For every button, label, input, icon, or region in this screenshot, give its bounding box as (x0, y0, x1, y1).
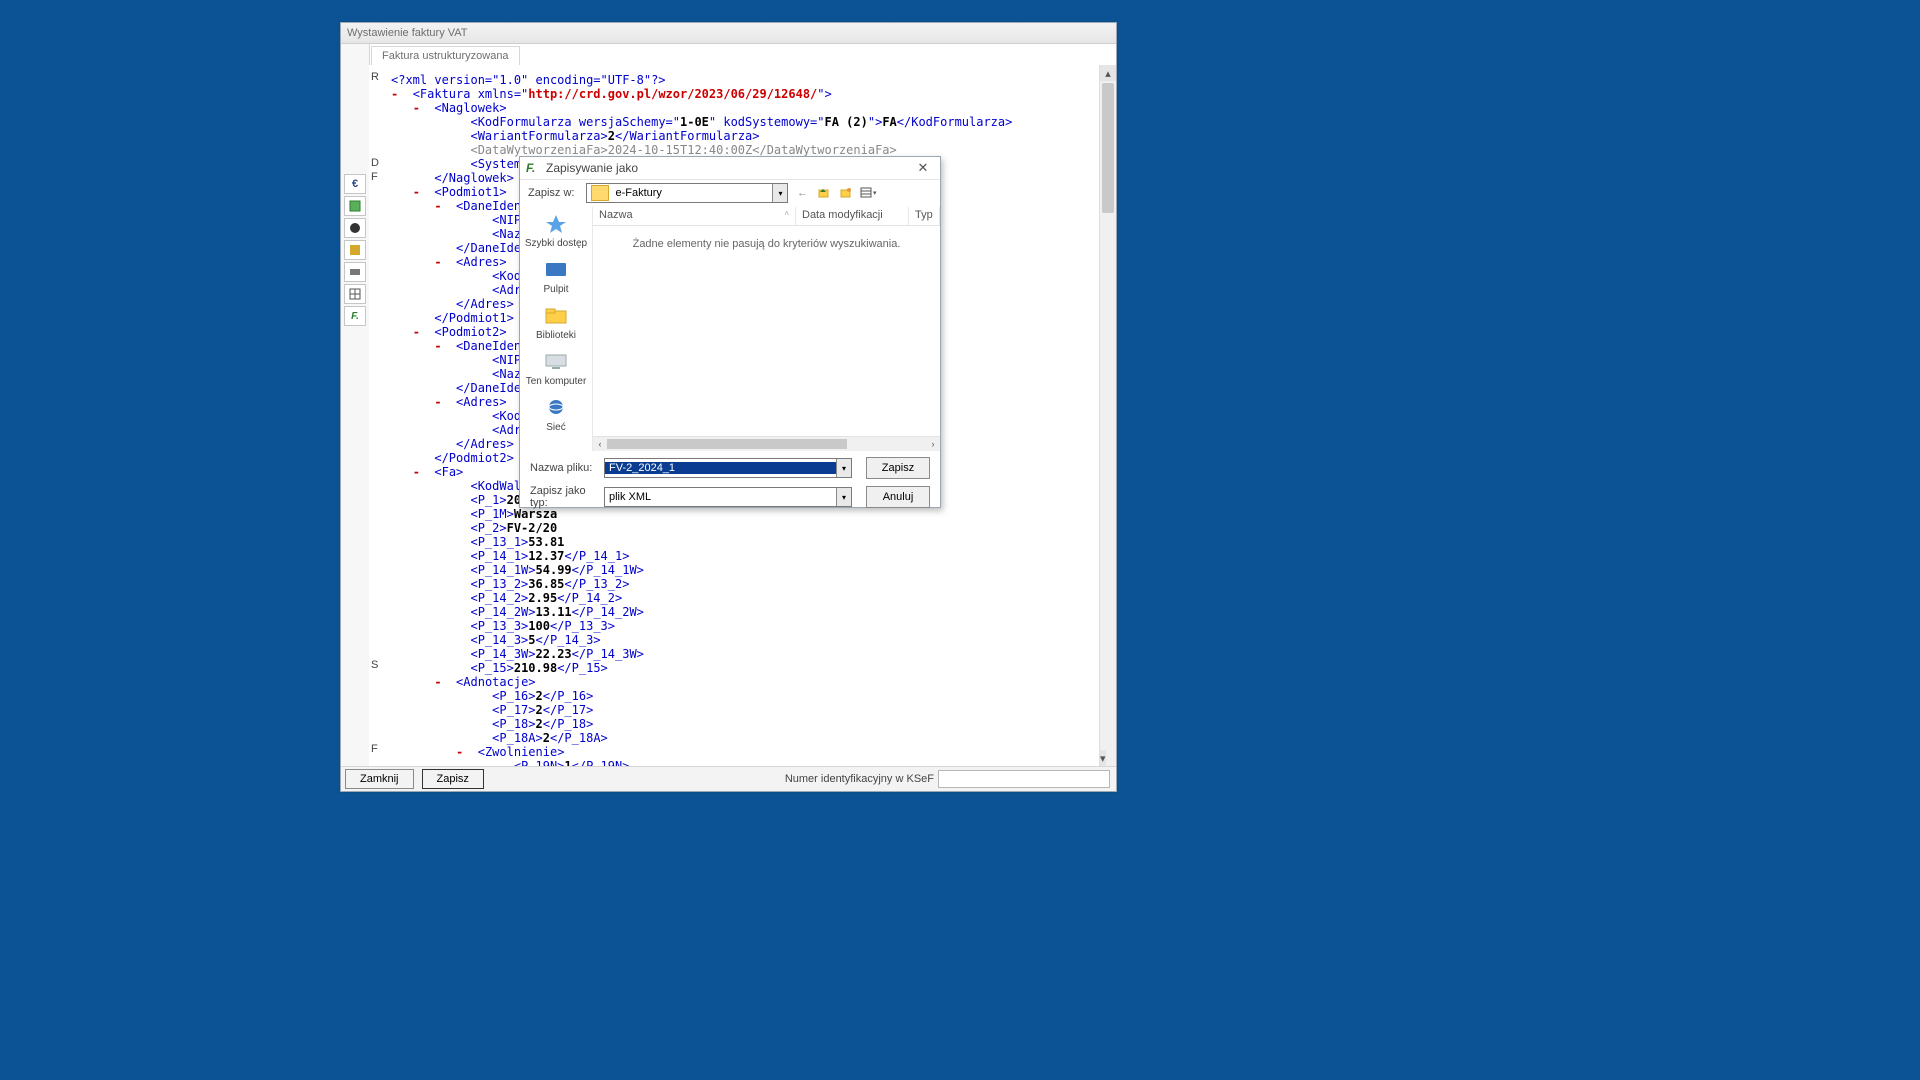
dialog-body: Szybki dostęp Pulpit Biblioteki Ten komp… (520, 207, 940, 451)
view-icon[interactable]: ▾ (860, 185, 876, 201)
horizontal-scrollbar[interactable]: ‹ › (593, 436, 940, 451)
left-toolbar: € F. (341, 44, 370, 766)
chevron-down-icon[interactable]: ▾ (836, 488, 851, 506)
folder-icon (591, 185, 609, 201)
print-icon[interactable] (344, 262, 366, 282)
dialog-bottom: Nazwa pliku: FV-2_2024_1 ▾ Zapisz Zapisz… (520, 451, 940, 507)
folder-combo[interactable]: e-Faktury ▾ (586, 183, 788, 203)
filetype-label: Zapisz jako typ: (530, 485, 604, 509)
scroll-up-icon[interactable]: ▴ (1100, 65, 1116, 81)
side-f: F (371, 171, 378, 183)
window-title: Wystawienie faktury VAT (341, 23, 1116, 44)
status-label: Numer identyfikacyjny w KSeF (785, 773, 934, 785)
file-list-header[interactable]: Nazwa ˄ Data modyfikacji Typ (593, 207, 940, 226)
side-d: D (371, 157, 379, 169)
place-computer[interactable]: Ten komputer (526, 351, 587, 387)
bottom-bar: Zamknij Zapisz Numer identyfikacyjny w K… (341, 766, 1116, 791)
dialog-icon: F. (526, 161, 540, 175)
hscroll-thumb[interactable] (607, 439, 847, 449)
col-type[interactable]: Typ (909, 207, 940, 225)
side-s: S (371, 659, 378, 671)
fx-icon[interactable]: F. (344, 306, 366, 326)
filename-value: FV-2_2024_1 (605, 462, 836, 474)
filename-input[interactable]: FV-2_2024_1 ▾ (604, 458, 852, 478)
side-f2: F (371, 743, 378, 755)
places-bar: Szybki dostęp Pulpit Biblioteki Ten komp… (520, 207, 593, 451)
scroll-thumb[interactable] (1102, 83, 1114, 213)
up-icon[interactable] (816, 185, 832, 201)
ksef-id-field[interactable] (938, 770, 1110, 788)
currency-icon[interactable]: € (344, 174, 366, 194)
close-icon[interactable]: ✕ (912, 160, 934, 176)
chevron-down-icon[interactable]: ▾ (836, 459, 851, 477)
save-button[interactable]: Zapisz (422, 769, 484, 789)
filetype-value: plik XML (605, 491, 836, 503)
file-list[interactable]: Nazwa ˄ Data modyfikacji Typ Żadne eleme… (593, 207, 940, 451)
place-quick-access[interactable]: Szybki dostęp (525, 213, 587, 249)
dialog-toolbar: Zapisz w: e-Faktury ▾ ← ▾ (520, 180, 940, 206)
chevron-down-icon[interactable]: ▾ (772, 184, 787, 202)
side-r: R (371, 71, 379, 83)
place-network[interactable]: Sieć (542, 397, 570, 433)
empty-message: Żadne elementy nie pasują do kryteriów w… (593, 238, 940, 250)
close-button[interactable]: Zamknij (345, 769, 414, 789)
scroll-right-icon[interactable]: › (926, 439, 940, 449)
col-date[interactable]: Data modyfikacji (796, 207, 909, 225)
svg-text:F.: F. (526, 161, 535, 175)
dialog-title: Zapisywanie jako (546, 161, 638, 175)
dialog-titlebar: F. Zapisywanie jako ✕ (520, 157, 940, 180)
scroll-down-icon[interactable]: ▾ (1100, 750, 1106, 766)
export-icon[interactable] (344, 218, 366, 238)
vertical-scrollbar[interactable]: ▴ ▾ (1099, 65, 1116, 766)
save-as-dialog: F. Zapisywanie jako ✕ Zapisz w: e-Faktur… (519, 156, 941, 508)
tab-structured-invoice[interactable]: Faktura ustrukturyzowana (371, 46, 520, 65)
dialog-cancel-button[interactable]: Anuluj (866, 486, 930, 508)
new-folder-icon[interactable] (838, 185, 854, 201)
dialog-save-button[interactable]: Zapisz (866, 457, 930, 479)
grid-icon[interactable] (344, 284, 366, 304)
scroll-left-icon[interactable]: ‹ (593, 439, 607, 449)
place-desktop[interactable]: Pulpit (542, 259, 570, 295)
folder-name: e-Faktury (613, 187, 772, 199)
col-name[interactable]: Nazwa ˄ (593, 207, 796, 225)
filename-label: Nazwa pliku: (530, 462, 604, 474)
back-icon[interactable]: ← (794, 185, 810, 201)
save-in-label: Zapisz w: (528, 187, 574, 199)
place-libraries[interactable]: Biblioteki (536, 305, 576, 341)
import-icon[interactable] (344, 240, 366, 260)
filetype-combo[interactable]: plik XML ▾ (604, 487, 852, 507)
doc-icon[interactable] (344, 196, 366, 216)
